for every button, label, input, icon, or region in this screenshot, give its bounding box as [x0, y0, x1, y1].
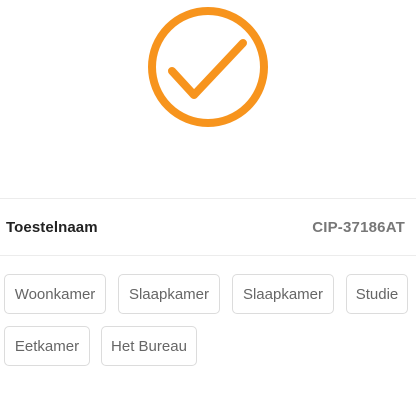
check-circle-icon	[147, 6, 269, 128]
room-tag-slaapkamer[interactable]: Slaapkamer	[118, 274, 220, 314]
device-name-value: CIP-37186AT	[312, 219, 405, 236]
device-setup-success-page: Toestelnaam CIP-37186AT Woonkamer Slaapk…	[0, 0, 416, 416]
room-tag-slaapkamer-2[interactable]: Slaapkamer	[232, 274, 334, 314]
room-tag-het-bureau[interactable]: Het Bureau	[101, 326, 197, 366]
device-name-label: Toestelnaam	[6, 219, 98, 236]
room-tag-woonkamer[interactable]: Woonkamer	[4, 274, 106, 314]
room-tag-studie[interactable]: Studie	[346, 274, 408, 314]
room-tag-eetkamer[interactable]: Eetkamer	[4, 326, 90, 366]
device-name-row: Toestelnaam CIP-37186AT	[0, 198, 416, 256]
